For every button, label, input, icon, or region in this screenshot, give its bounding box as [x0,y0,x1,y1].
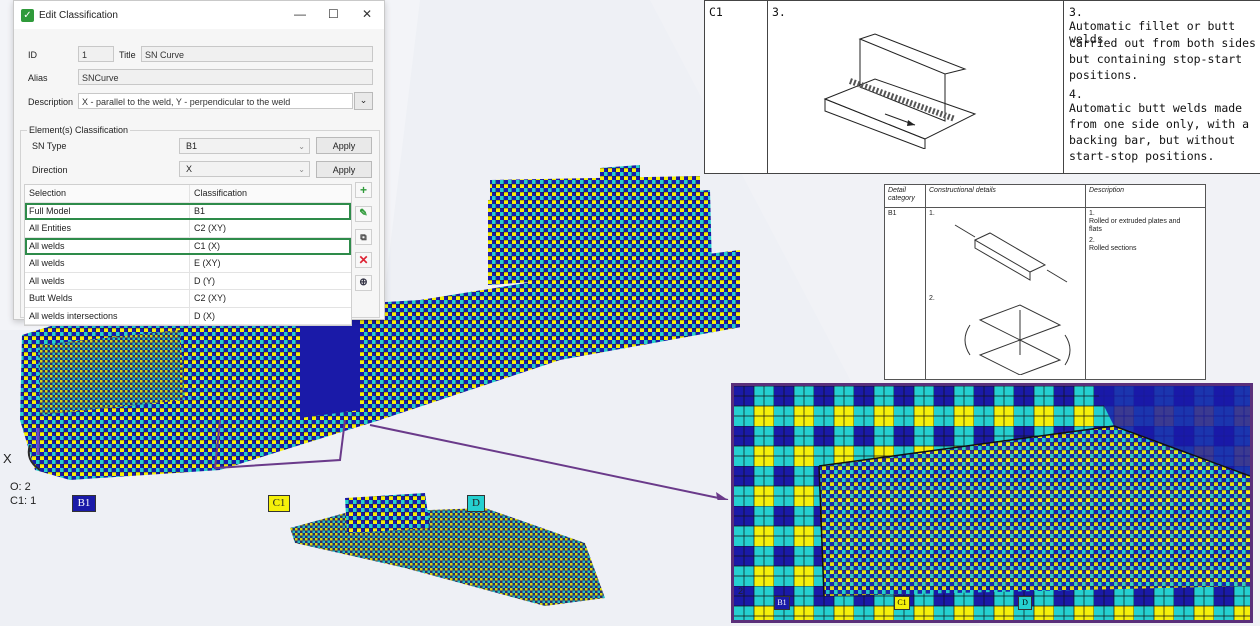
dialog-titlebar[interactable]: ✓ Edit Classification — ☐ ✕ [14,1,384,29]
cell-classification: C2 (XY) [194,223,227,233]
table-row[interactable]: All welds E (XY) [25,255,351,273]
zoomed-mesh-panel[interactable]: 2 B1 C1 D [731,383,1253,623]
table-row[interactable]: Full Model B1 [25,202,351,220]
detail-number: 1. [929,210,935,217]
eurocode-table-c1: C1 3. 3. Automatic fillet or butt welds … [704,0,1260,174]
weld-detail-drawing [823,33,977,149]
desc-number-4: 4. [1069,87,1083,101]
cell-selection: Full Model [25,202,190,219]
zoom-legend-d: D [1018,596,1032,610]
zoom-origin-label: 2 [738,586,744,596]
origin-label: O: 2 [10,481,31,493]
table-row[interactable]: All welds intersections D (X) [25,307,351,325]
cell-selection: All welds [25,237,190,254]
c1-count-label: C1: 1 [10,495,37,507]
title-field[interactable]: SN Curve [141,46,373,62]
cell-classification: C1 (X) [194,240,221,251]
table-header: Selection Classification [25,185,351,203]
id-field[interactable]: 1 [78,46,114,62]
detail-category: C1 [709,5,723,19]
plate-detail-drawing [954,224,1071,375]
detail-number: 2. [929,295,935,302]
classification-table: Selection Classification Full Model B1 Al… [24,184,352,326]
column-divider [767,1,768,173]
direction-select[interactable]: X ⌄ [179,161,310,177]
copy-icon[interactable]: ⧉ [355,229,372,245]
cell-classification: C2 (XY) [194,293,227,303]
alias-label: Alias [28,73,48,83]
header-detail: Detail [888,187,906,194]
ship-model-small[interactable] [285,488,630,618]
cell-classification: D (Y) [194,275,215,286]
id-label: ID [28,50,37,60]
desc-line: carried out from both sides [1069,36,1256,50]
description-label: Description [28,97,74,107]
detail-number: 3. [772,5,786,19]
cell-selection: All welds [25,255,190,272]
sn-type-select[interactable]: B1 ⌄ [179,138,310,154]
cell-classification: D (X) [194,310,215,321]
desc-line: Automatic butt welds made [1069,101,1243,115]
chevron-down-icon: ⌄ [298,165,305,174]
table-row[interactable]: All welds C1 (X) [25,237,351,255]
chevron-down-icon[interactable]: ⌄ [354,92,373,110]
cell-classification: B1 [194,205,206,216]
direction-label: Direction [32,165,68,175]
desc-line: backing bar, but without [1069,133,1236,147]
cell-classification: E (XY) [194,258,221,268]
desc-number: 1. [1089,210,1095,217]
table-row[interactable]: All welds D (Y) [25,272,351,290]
desc-line: start-stop positions. [1069,149,1215,163]
header-constructional: Constructional details [929,187,996,194]
desc-line: Rolled or extruded plates and [1089,218,1181,225]
description-field[interactable]: X - parallel to the weld, Y - perpendicu… [78,93,353,109]
zoom-legend-b1: B1 [774,596,790,610]
header-description: Description [1089,187,1125,194]
maximize-button[interactable]: ☐ [328,7,339,21]
legend-c1: C1 [268,495,290,512]
group-label: Element(s) Classification [27,125,131,135]
dialog-title: Edit Classification [39,9,118,21]
zoomed-mesh [734,386,1250,620]
header-category: category [888,195,915,202]
sn-type-label: SN Type [32,141,67,151]
cell-selection: All welds [25,272,190,289]
eurocode-table-b1: Detail category Constructional details D… [884,184,1206,380]
minimize-button[interactable]: — [294,7,306,21]
edit-classification-dialog: ✓ Edit Classification — ☐ ✕ ID 1 Title S… [13,0,385,326]
edit-icon[interactable]: ✎ [355,206,372,222]
legend-d: D [467,495,485,512]
add-icon[interactable]: + [355,182,372,198]
apply-sn-type-button[interactable]: Apply [316,137,372,154]
apply-direction-button[interactable]: Apply [316,161,372,178]
x-axis-label: X [3,451,12,466]
direction-value: X [186,164,193,174]
desc-number: 2. [1089,237,1095,244]
alias-field[interactable]: SNCurve [78,69,373,85]
detail-category: B1 [888,210,897,217]
desc-line: Rolled sections [1089,245,1137,252]
table-row[interactable]: Butt Welds C2 (XY) [25,290,351,308]
desc-number-3: 3. [1069,5,1083,19]
search-icon[interactable]: ⊕ [355,275,372,291]
chevron-down-icon: ⌄ [298,142,305,151]
table-row[interactable]: All Entities C2 (XY) [25,220,351,238]
close-button[interactable]: ✕ [362,7,372,21]
column-divider [1063,1,1064,173]
legend-b1: B1 [72,495,96,512]
sn-type-value: B1 [186,141,198,151]
cell-selection: Butt Welds [25,290,190,307]
checkmark-icon: ✓ [21,8,34,22]
column-header-selection[interactable]: Selection [25,185,190,202]
cell-selection: All welds intersections [25,307,190,324]
title-label: Title [119,50,136,60]
desc-line: but containing stop-start [1069,52,1243,66]
zoom-legend-c1: C1 [894,596,910,610]
cell-selection: All Entities [25,220,190,237]
column-header-classification[interactable]: Classification [190,185,351,202]
desc-line: flats [1089,226,1102,233]
desc-line: from one side only, with a [1069,117,1250,131]
delete-icon[interactable]: ✕ [355,252,372,268]
desc-line: positions. [1069,68,1139,82]
